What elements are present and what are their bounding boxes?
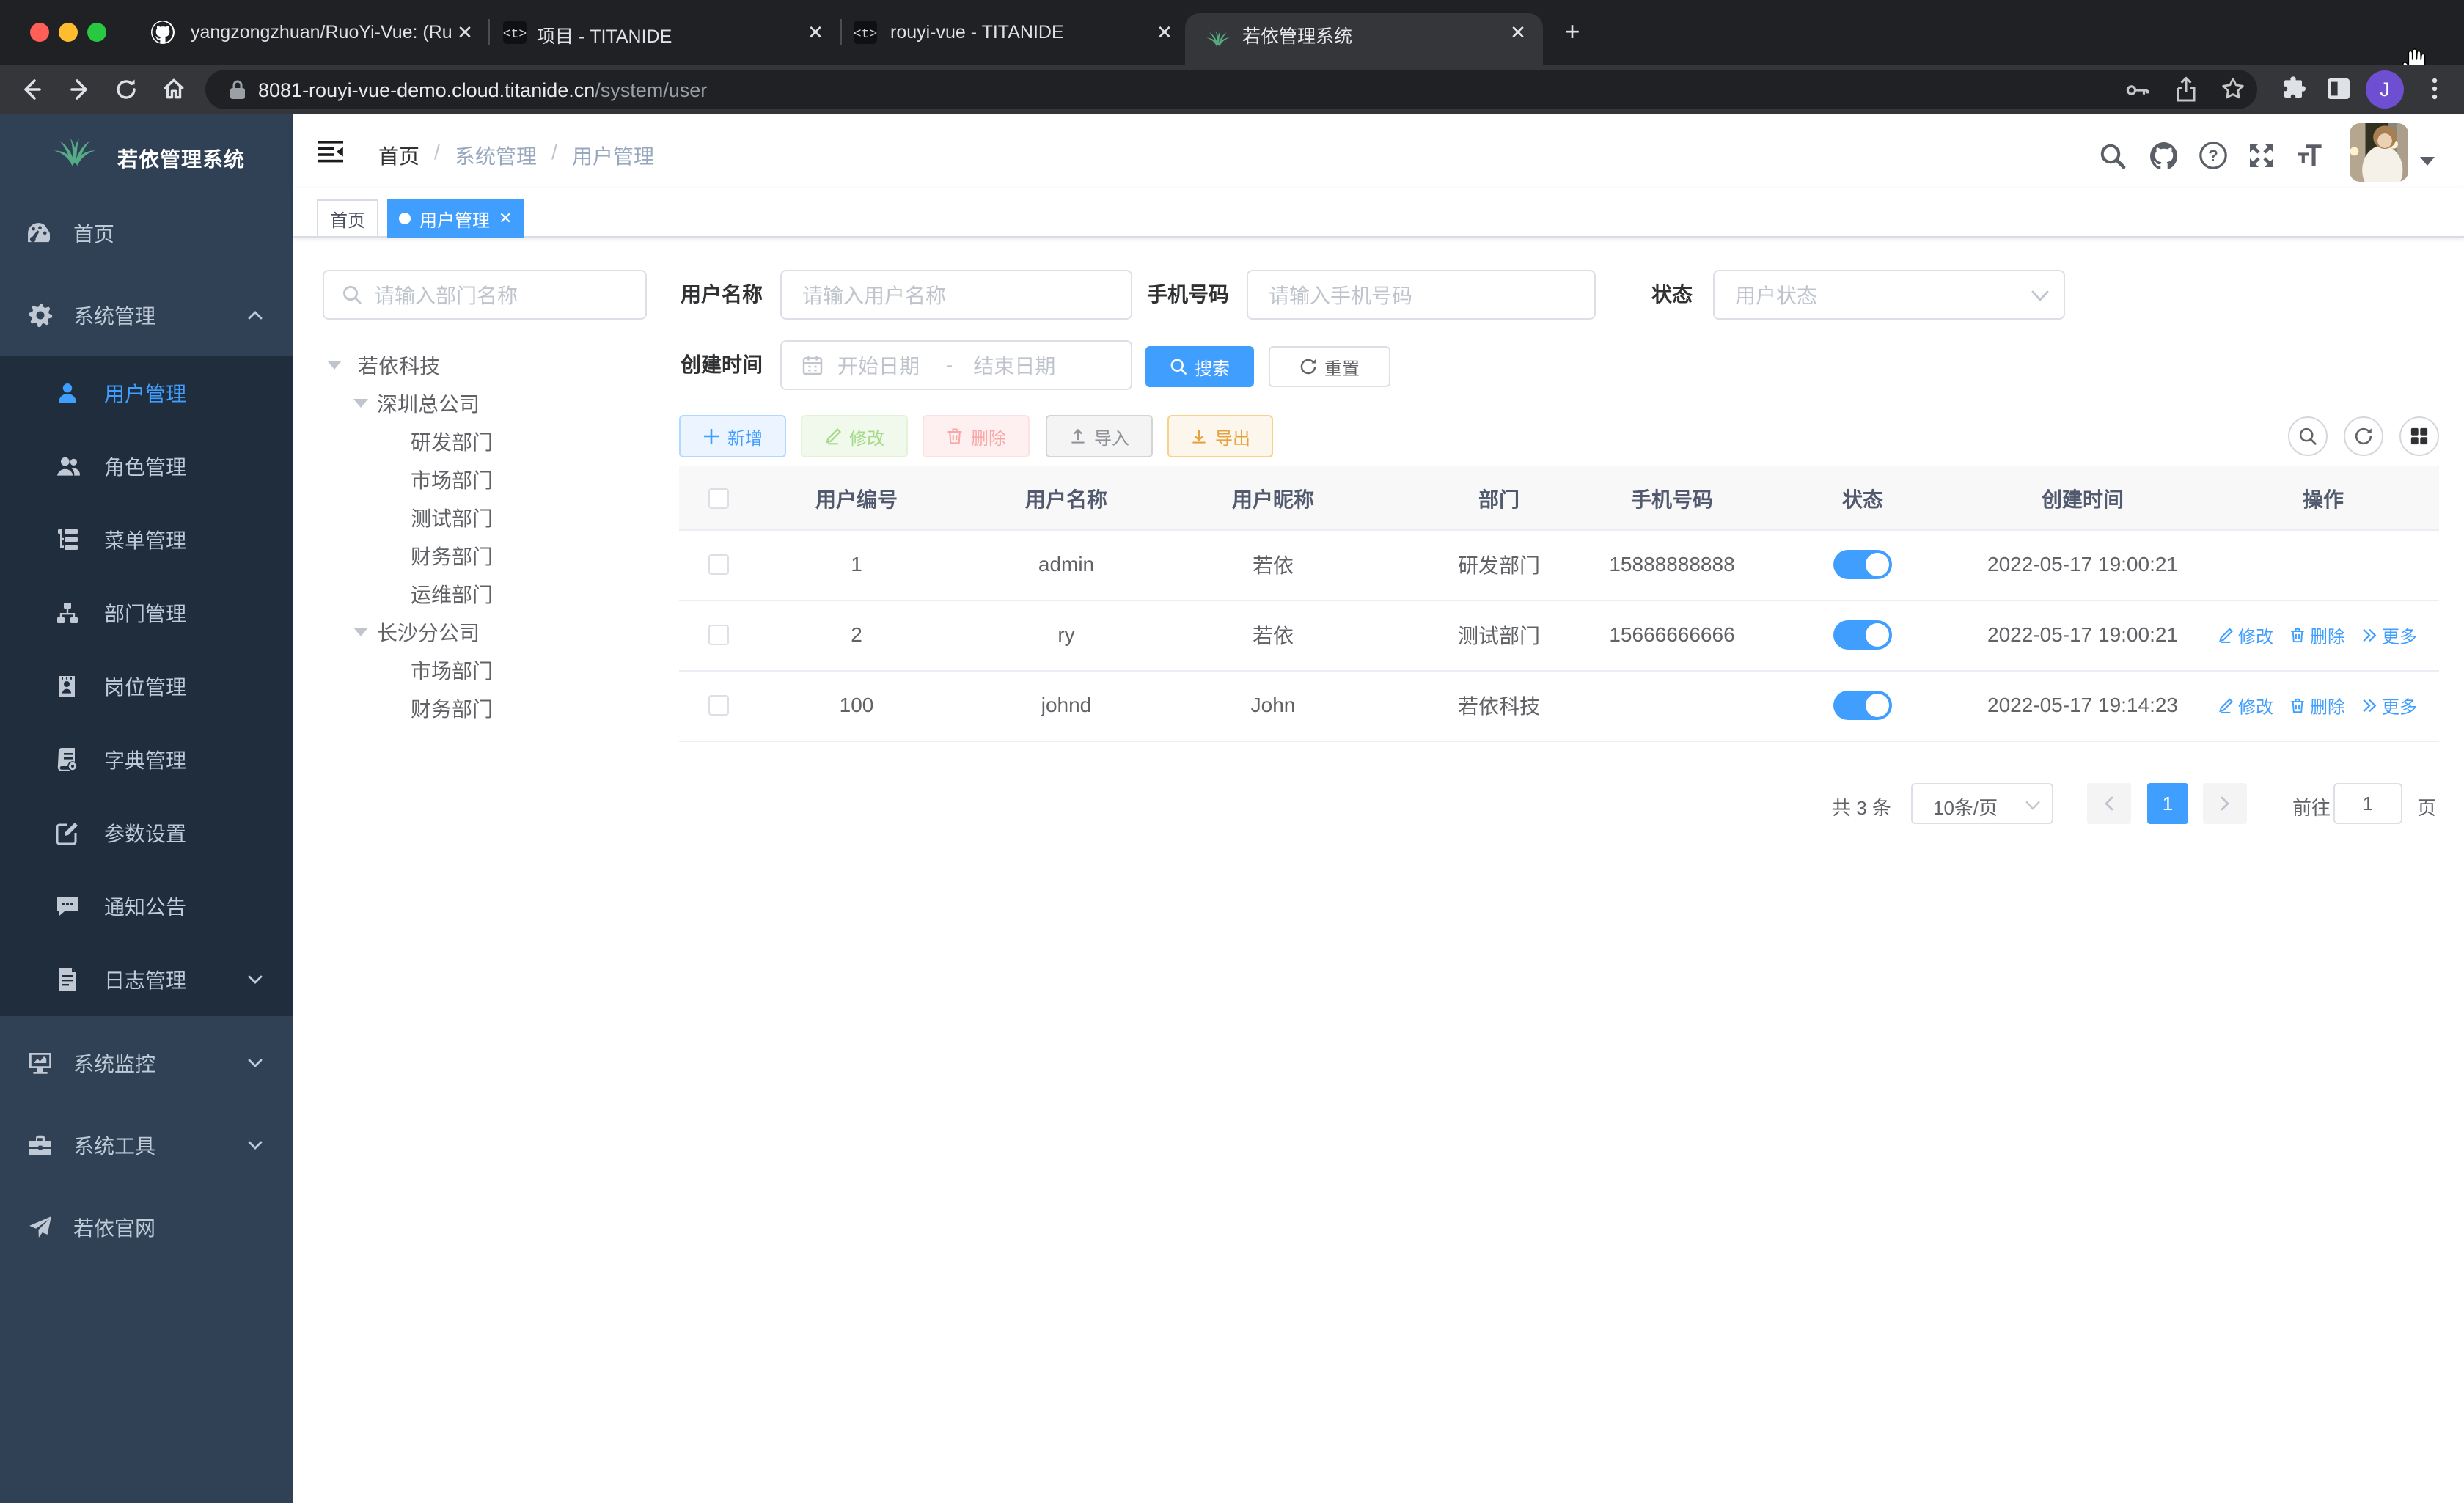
svg-text:?: ?	[2208, 147, 2218, 165]
svg-text:<t>: <t>	[854, 27, 877, 42]
svg-text:<t>: <t>	[503, 27, 527, 42]
